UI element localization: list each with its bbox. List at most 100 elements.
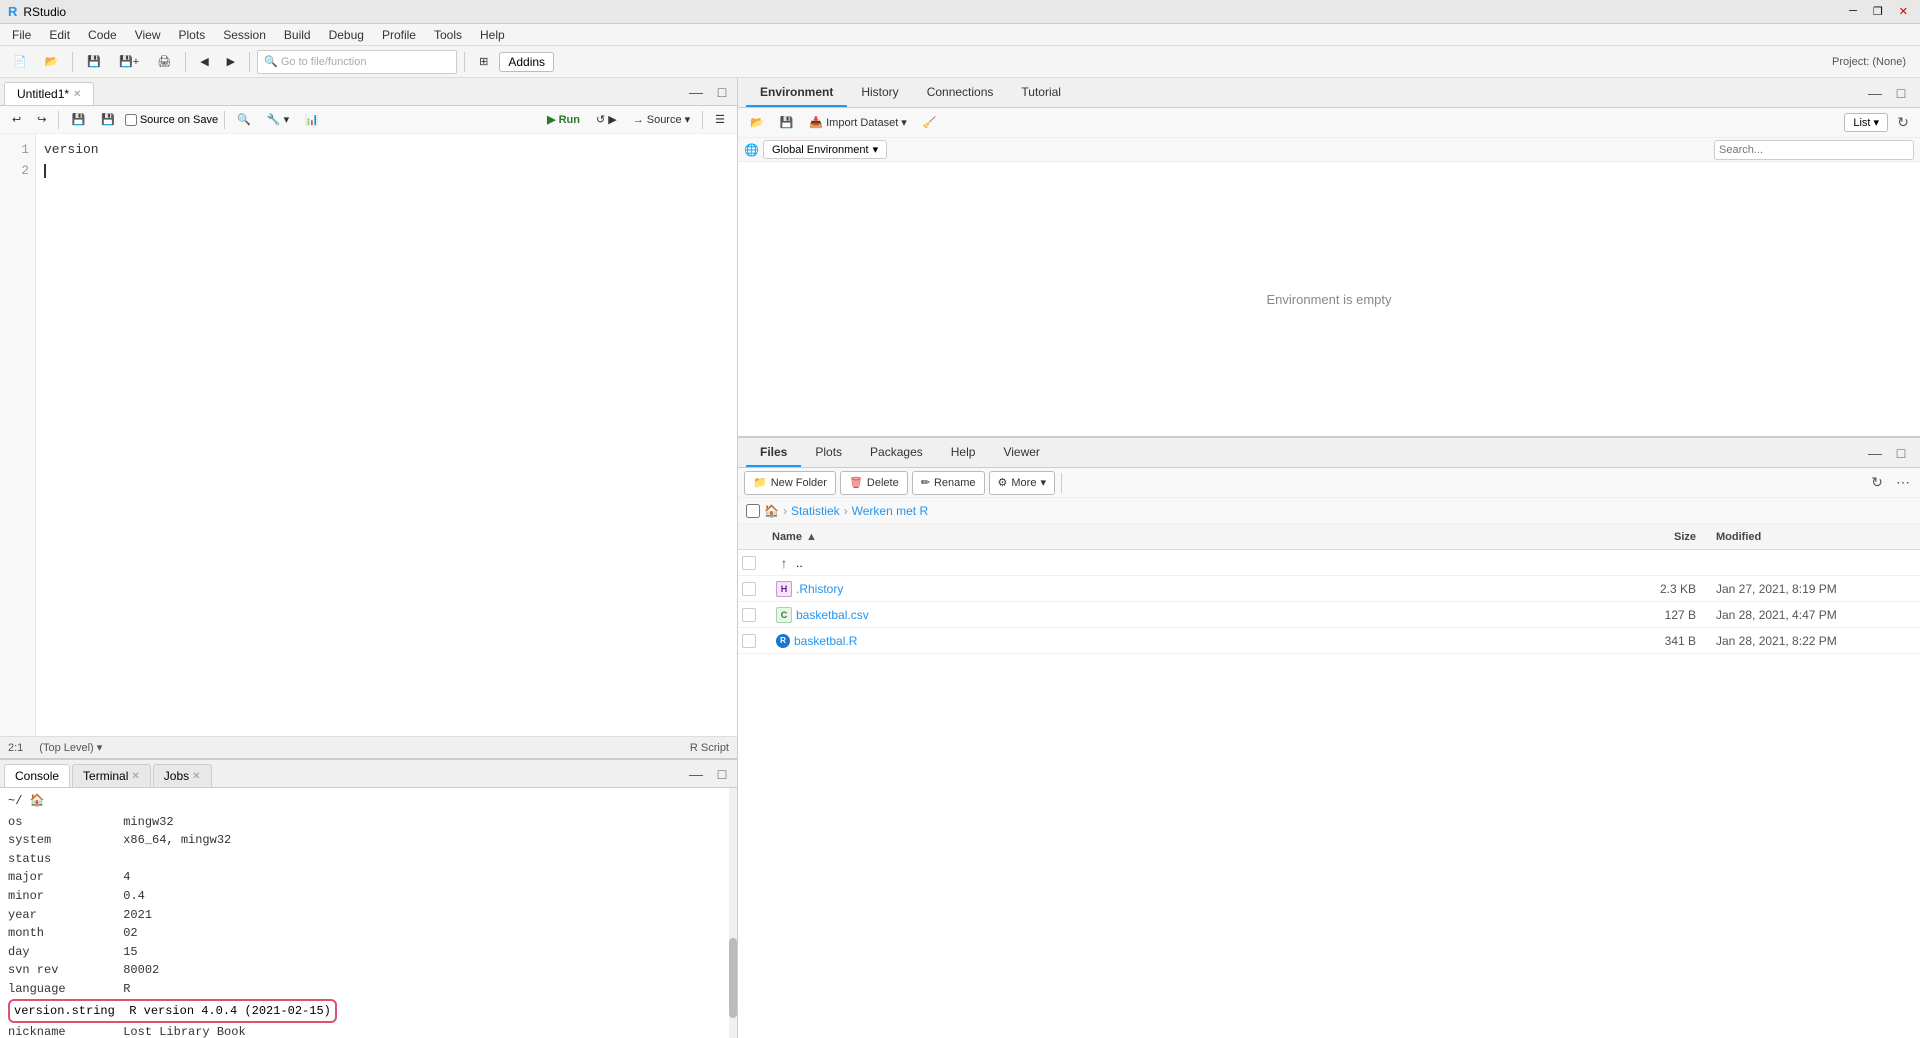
global-env-icon: 🌐 [744,143,759,157]
open-file-btn[interactable]: 📂 [38,50,66,74]
menu-debug[interactable]: Debug [321,26,372,44]
console-tab-console[interactable]: Console [4,764,70,787]
addins-btn[interactable]: Addins [499,52,554,72]
env-tab-environment[interactable]: Environment [746,78,847,107]
minimize-btn[interactable]: ─ [1845,5,1861,18]
redo-btn[interactable]: ↪ [31,109,52,131]
forward-btn[interactable]: ▶ [220,50,242,74]
files-row-basketbalr[interactable]: R basketbal.R 341 B Jan 28, 2021, 8:22 P… [738,628,1920,654]
env-tab-connections[interactable]: Connections [913,78,1008,107]
save-all-btn[interactable]: 💾+ [112,50,146,74]
row-check-up[interactable] [742,556,772,570]
goto-btn[interactable]: 🔍 Go to file/function [257,50,457,74]
rerun-btn[interactable]: ↺ ▶ [590,109,623,131]
code-tools-btn[interactable]: 🔧 ▾ [261,109,295,131]
files-tab-viewer[interactable]: Viewer [989,438,1053,467]
doc-outline-btn[interactable]: ☰ [709,109,731,131]
code-content[interactable]: version [36,134,737,736]
row-check-rhistory[interactable] [742,582,772,596]
editor-maximize-btn[interactable]: □ [711,81,733,103]
code-area[interactable]: 1 2 version [0,134,737,736]
global-env-selector[interactable]: Global Environment ▾ [763,140,887,159]
scope-dropdown[interactable]: ▾ [97,742,103,754]
delete-btn[interactable]: 🗑 Delete [840,471,908,495]
console-scrollbar[interactable] [729,788,737,1038]
files-maximize-btn[interactable]: □ [1890,442,1912,464]
env-list-btn[interactable]: List ▾ [1844,113,1888,132]
breadcrumb-werken-met-r[interactable]: Werken met R [852,504,928,518]
env-open-btn[interactable]: 📂 [744,111,770,135]
close-btn[interactable]: ✕ [1895,5,1912,18]
menu-view[interactable]: View [127,26,169,44]
env-import-btn[interactable]: 📥 Import Dataset ▾ [803,111,912,135]
rename-btn[interactable]: ✏ Rename [912,471,985,495]
breadcrumb-home[interactable]: 🏠 [764,504,779,518]
env-tab-tutorial[interactable]: Tutorial [1007,78,1075,107]
files-tab-plots[interactable]: Plots [801,438,856,467]
files-col-name[interactable]: Name ▲ [772,531,1596,543]
console-scrollbar-thumb[interactable] [729,938,737,1018]
more-btn[interactable]: ⚙ More ▾ [989,471,1055,495]
env-refresh-btn[interactable]: ↻ [1892,112,1914,134]
files-tab-help[interactable]: Help [937,438,990,467]
menu-edit[interactable]: Edit [41,26,78,44]
jobs-tab-close[interactable]: ✕ [192,771,200,782]
find-btn[interactable]: 🔍 [231,109,257,131]
source-btn[interactable]: → Source ▾ [627,109,696,131]
menu-tools[interactable]: Tools [426,26,470,44]
files-row-basketbalcsv[interactable]: C basketbal.csv 127 B Jan 28, 2021, 4:47… [738,602,1920,628]
save-btn[interactable]: 💾 [80,50,108,74]
new-folder-btn[interactable]: 📁 New Folder [744,471,836,495]
editor-minimize-btn[interactable]: — [685,81,707,103]
files-refresh-btn[interactable]: ↻ [1866,472,1888,494]
version-string-highlight: version.string R version 4.0.4 (2021-02-… [8,999,337,1024]
files-row-up[interactable]: ↑ .. [738,550,1920,576]
source-on-save-label[interactable]: Source on Save [125,114,218,126]
files-row-rhistory[interactable]: H .Rhistory 2.3 KB Jan 27, 2021, 8:19 PM [738,576,1920,602]
layout-btn[interactable]: ⊞ [472,50,495,74]
env-clear-btn[interactable]: 🧹 [917,111,943,135]
env-search-input[interactable] [1714,140,1914,160]
menu-build[interactable]: Build [276,26,319,44]
files-tab-packages[interactable]: Packages [856,438,937,467]
menu-profile[interactable]: Profile [374,26,424,44]
console-tab-terminal[interactable]: Terminal ✕ [72,764,151,787]
menu-file[interactable]: File [4,26,39,44]
menu-session[interactable]: Session [215,26,274,44]
editor-tab-close[interactable]: ✕ [73,89,81,100]
env-maximize-btn[interactable]: □ [1890,82,1912,104]
editor-tabs: Untitled1* ✕ [4,82,96,105]
new-file-btn[interactable]: 📄 [6,50,34,74]
restore-btn[interactable]: ❐ [1869,5,1887,18]
terminal-tab-close[interactable]: ✕ [131,771,139,782]
console-content[interactable]: ~/ 🏠 os mingw32 system x86_64, mingw32 s… [0,788,737,1038]
print-btn[interactable]: 🖨 [150,50,178,74]
breadcrumb-statistiek[interactable]: Statistiek [791,504,840,518]
run-btn[interactable]: ▶ Run [541,109,586,131]
save-all-script-btn[interactable]: 💾 [95,109,121,131]
console-minimize-btn[interactable]: — [685,763,707,785]
env-minimize-btn[interactable]: — [1864,82,1886,104]
back-btn[interactable]: ◀ [193,50,215,74]
files-tab-files[interactable]: Files [746,438,801,467]
env-tab-history[interactable]: History [847,78,912,107]
files-more-btn[interactable]: ⋯ [1892,472,1914,494]
env-save-btn[interactable]: 💾 [774,111,800,135]
toolbar-sep-4 [464,52,465,72]
console-maximize-btn[interactable]: □ [711,763,733,785]
env-empty-message: Environment is empty [1267,292,1392,307]
files-minimize-btn[interactable]: — [1864,442,1886,464]
files-select-all-checkbox[interactable] [746,504,760,518]
editor-tab-untitled1[interactable]: Untitled1* ✕ [4,82,94,105]
source-on-save-checkbox[interactable] [125,114,137,126]
menu-help[interactable]: Help [472,26,513,44]
menu-code[interactable]: Code [80,26,125,44]
save-script-btn[interactable]: 💾 [65,109,91,131]
console-tab-jobs[interactable]: Jobs ✕ [153,764,212,787]
compile-btn[interactable]: 📊 [299,109,325,131]
row-check-basketbalr[interactable] [742,634,772,648]
undo-btn[interactable]: ↩ [6,109,27,131]
menu-plots[interactable]: Plots [171,26,214,44]
row-check-basketbalcsv[interactable] [742,608,772,622]
titlebar-right[interactable]: ─ ❐ ✕ [1845,5,1912,18]
